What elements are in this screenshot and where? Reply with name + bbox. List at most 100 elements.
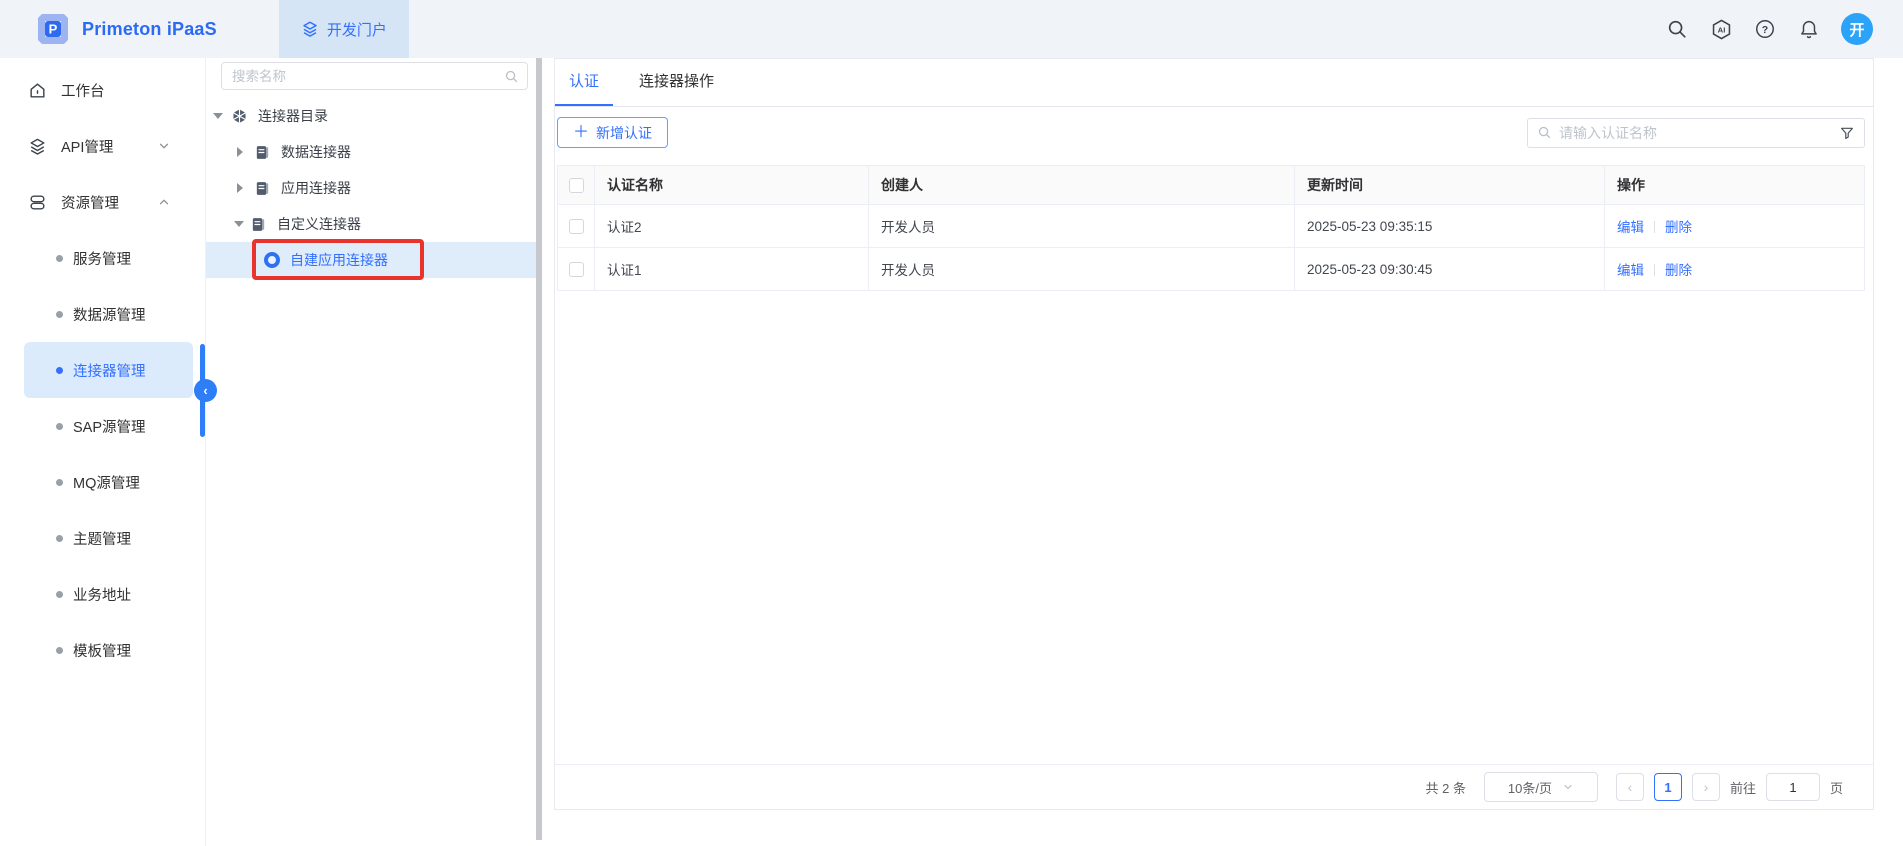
caret-collapsed-icon[interactable] [237,183,248,193]
row-checkbox[interactable] [569,219,584,234]
caret-expanded-icon[interactable] [234,221,244,232]
sidebar-item-template-management[interactable]: 模板管理 [24,622,193,678]
sidebar-item-datasource-management[interactable]: 数据源管理 [24,286,193,342]
sidebar-item-api-management[interactable]: API管理 [0,118,205,174]
header-actions: AI ? 开 [1665,13,1903,45]
auth-table-area: 认证名称 创建人 更新时间 操作 认证2 开发人员 2025- [555,148,1873,764]
prev-page-button[interactable]: ‹ [1616,773,1644,801]
tree-search-box[interactable] [221,62,528,90]
select-all-checkbox[interactable] [569,178,584,193]
tree-node-data-connector[interactable]: 数据连接器 [206,134,536,170]
filter-funnel-icon[interactable] [1839,125,1855,141]
tree-node-label: 数据连接器 [281,142,351,162]
next-page-button[interactable]: › [1692,773,1720,801]
layers-icon [28,137,47,156]
cell-creator: 开发人员 [869,205,1295,248]
sidebar-item-sap-source-management[interactable]: SAP源管理 [24,398,193,454]
tree-node-custom-connector[interactable]: 自定义连接器 [206,206,536,242]
table-toolbar: ＋ 新增认证 [555,107,1873,148]
search-icon[interactable] [1665,17,1689,41]
link-divider [1654,264,1655,276]
edit-link[interactable]: 编辑 [1617,263,1644,278]
bullet-icon [56,367,63,374]
caret-collapsed-icon[interactable] [237,147,248,157]
sidebar-item-label: 数据源管理 [73,304,146,325]
auth-search-box[interactable] [1527,118,1865,148]
page-size-select[interactable]: 10条/页 [1484,772,1598,802]
row-checkbox[interactable] [569,262,584,277]
delete-link[interactable]: 删除 [1665,263,1692,278]
app-logo[interactable]: P Primeton iPaaS [0,12,217,46]
sidebar-item-label: 业务地址 [73,584,131,605]
svg-text:?: ? [1762,24,1768,36]
auth-table: 认证名称 创建人 更新时间 操作 认证2 开发人员 2025- [557,165,1865,291]
sidebar-item-label: MQ源管理 [73,472,140,493]
sidebar-item-label: 服务管理 [73,248,131,269]
sidebar-item-label: 连接器管理 [73,360,146,381]
logo-icon: P [36,12,70,46]
sidebar-item-label: 主题管理 [73,528,131,549]
help-icon[interactable]: ? [1753,17,1777,41]
delete-link[interactable]: 删除 [1665,220,1692,235]
layers-icon [301,20,319,38]
bullet-icon [56,535,63,542]
table-row[interactable]: 认证2 开发人员 2025-05-23 09:35:15 编辑删除 [558,205,1865,248]
chevron-down-icon [157,139,171,153]
sidebar-item-connector-management[interactable]: 连接器管理 [24,342,193,398]
tab-authentication[interactable]: 认证 [555,59,613,106]
detail-tabs: 认证 连接器操作 [555,59,1873,107]
tree-node-connector-catalog[interactable]: 连接器目录 [206,98,536,134]
total-count-label: 共 2 条 [1426,778,1466,797]
document-icon [254,144,271,161]
user-avatar[interactable]: 开 [1841,13,1873,45]
search-icon [1537,125,1552,140]
auth-search-input[interactable] [1559,125,1839,141]
document-icon [250,216,267,233]
table-row[interactable]: 认证1 开发人员 2025-05-23 09:30:45 编辑删除 [558,248,1865,291]
bullet-icon [56,647,63,654]
bullet-icon [56,591,63,598]
sidebar-item-workbench[interactable]: 工作台 [0,62,205,118]
notification-bell-icon[interactable] [1797,17,1821,41]
sidebar-item-label: 模板管理 [73,640,131,661]
resource-icon [28,193,47,212]
tree-node-selfbuilt-app-connector[interactable]: 自建应用连接器 [206,242,536,278]
svg-text:P: P [49,22,58,37]
chevron-left-icon: ‹ [1628,779,1633,795]
connector-tree-panel: 连接器目录 数据连接器 [206,58,536,846]
page-number-button[interactable]: 1 [1654,773,1682,801]
sidebar-item-label: SAP源管理 [73,416,146,437]
sidebar-item-business-address[interactable]: 业务地址 [24,566,193,622]
cell-updated: 2025-05-23 09:35:15 [1295,205,1605,248]
sidebar-item-resource-management[interactable]: 资源管理 [0,174,205,230]
connector-ring-icon [264,252,280,268]
svg-text:AI: AI [1717,25,1725,34]
tree-node-label: 应用连接器 [281,178,351,198]
page-size-value: 10条/页 [1508,778,1552,797]
sidebar-item-mq-source-management[interactable]: MQ源管理 [24,454,193,510]
column-header-name: 认证名称 [595,166,869,205]
tree-node-label: 连接器目录 [258,106,328,126]
search-icon[interactable] [504,69,519,84]
edit-link[interactable]: 编辑 [1617,220,1644,235]
ai-assistant-icon[interactable]: AI [1709,17,1733,41]
bullet-icon [56,255,63,262]
pagination-bar: 共 2 条 10条/页 ‹ 1 › 前往 [555,764,1873,809]
cell-auth-name: 认证1 [595,248,869,291]
sidebar-nav: 工作台 API管理 资源管理 [0,58,206,846]
sidebar-collapse-button[interactable]: ‹ [194,379,217,402]
caret-expanded-icon[interactable] [213,113,223,124]
cell-updated: 2025-05-23 09:30:45 [1295,248,1605,291]
tree-node-app-connector[interactable]: 应用连接器 [206,170,536,206]
main-content: 认证 连接器操作 ＋ 新增认证 [542,58,1903,846]
column-header-actions: 操作 [1605,166,1865,205]
tab-dev-portal[interactable]: 开发门户 [279,0,409,58]
goto-page-input[interactable] [1766,773,1820,801]
goto-label: 前往 [1730,778,1756,797]
tree-search-input[interactable] [232,69,504,84]
link-divider [1654,221,1655,233]
sidebar-item-service-management[interactable]: 服务管理 [24,230,193,286]
add-auth-button[interactable]: ＋ 新增认证 [557,117,668,148]
tab-connector-operations[interactable]: 连接器操作 [625,59,728,106]
sidebar-item-topic-management[interactable]: 主题管理 [24,510,193,566]
